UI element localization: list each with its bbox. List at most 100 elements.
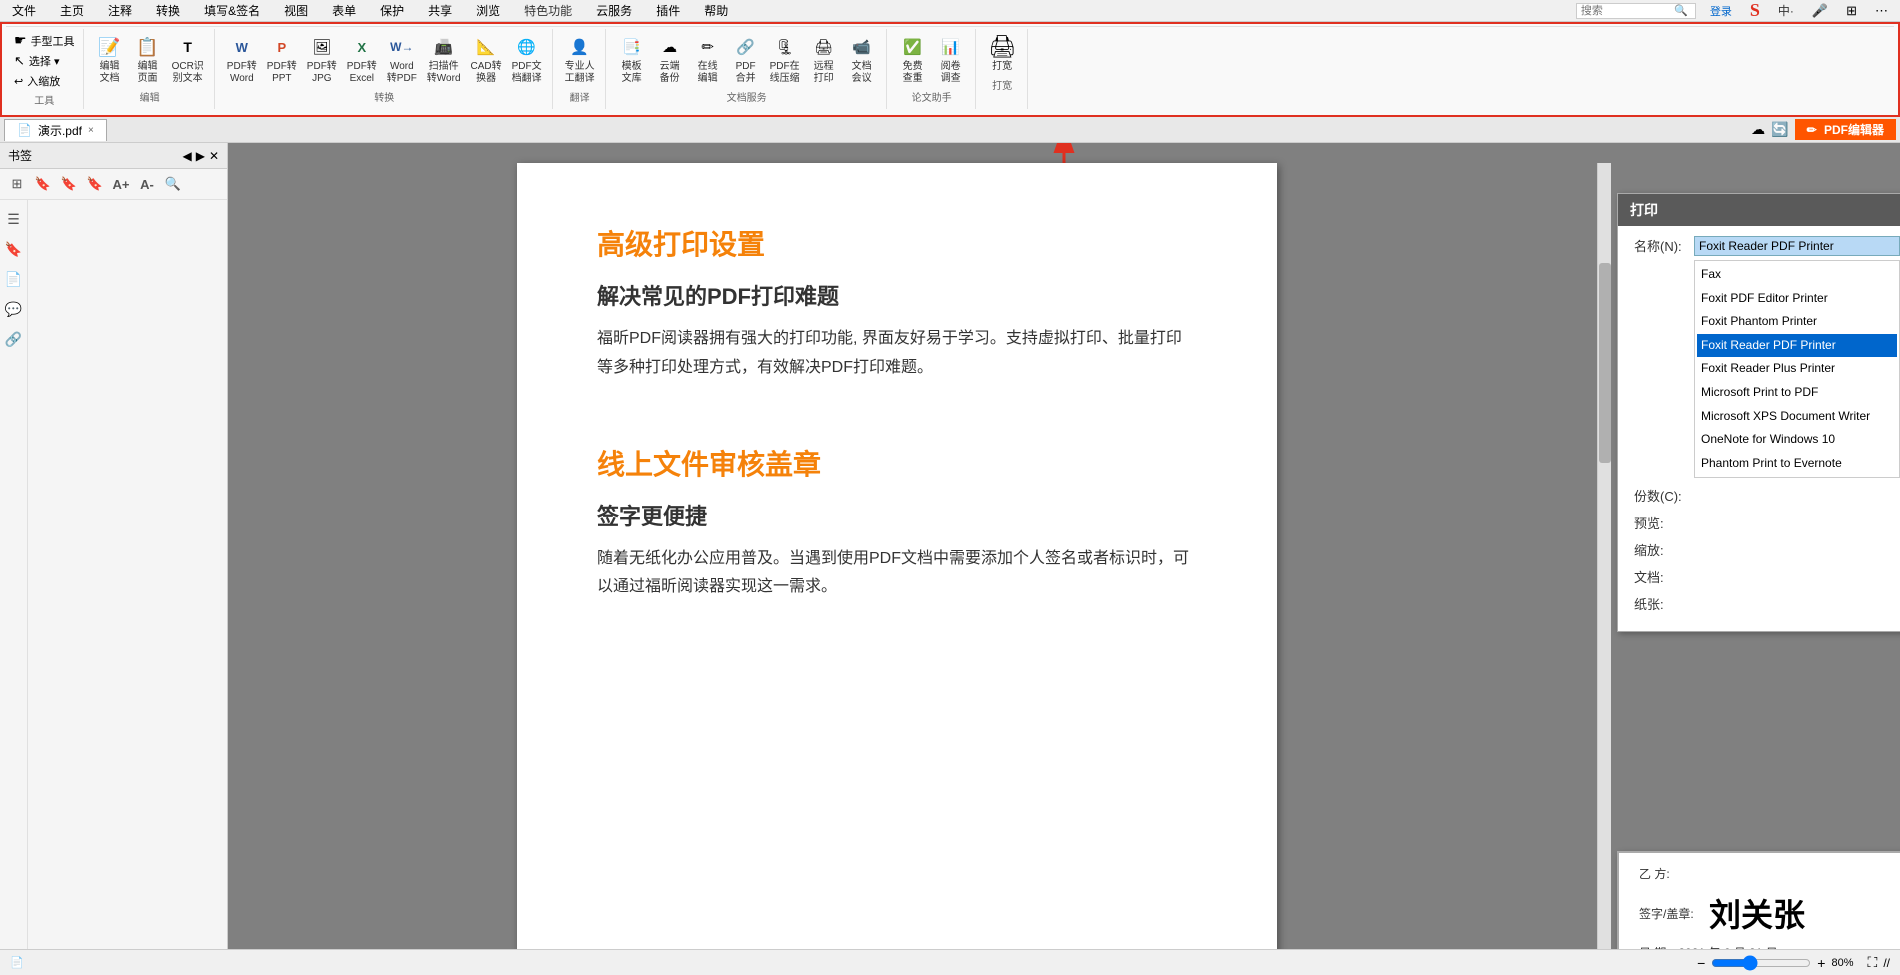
online-edit-button[interactable]: ✏ 在线编辑 [690, 31, 726, 87]
pdf-translate-button[interactable]: 🌐 PDF文档翻译 [508, 31, 546, 87]
sidebar-tb-btn3[interactable]: 🔖 [58, 173, 80, 195]
menu-annotation[interactable]: 注释 [104, 0, 136, 21]
pdf-to-jpg-button[interactable]: 🖼 PDF转JPG [303, 31, 341, 87]
printer-item-onenote[interactable]: OneNote for Windows 10 [1697, 428, 1897, 452]
word-to-pdf-button[interactable]: W→ Word转PDF [383, 31, 421, 87]
cad-converter-button[interactable]: 📐 CAD转换器 [467, 31, 506, 87]
sig-party-label: 乙 方: [1639, 865, 1709, 882]
paper-assistant-group: ✅ 免费查重 📊 阅卷调查 论文助手 [889, 29, 976, 109]
pro-translate-icon: 👤 [566, 33, 594, 61]
sidebar-tb-btn2[interactable]: 🔖 [32, 173, 54, 195]
zoom-in-button[interactable]: + [1817, 955, 1825, 971]
zoom-slider[interactable] [1711, 955, 1811, 971]
pdf-editor-button[interactable]: ✏ PDF编辑器 [1795, 119, 1896, 140]
printer-item-editor[interactable]: Foxit PDF Editor Printer [1697, 287, 1897, 311]
sidebar-tb-btn6[interactable]: A- [136, 173, 158, 195]
menu-home[interactable]: 主页 [56, 0, 88, 21]
edit-page-button[interactable]: 📋 编辑页面 [130, 31, 166, 87]
menu-share[interactable]: 共享 [424, 0, 456, 21]
menu-fill-sign[interactable]: 填写&签名 [200, 0, 264, 21]
fullscreen-button[interactable]: ⛶ [1868, 954, 1878, 971]
sidebar-nav-next[interactable]: ▶ [196, 149, 205, 163]
ocr-icon: T [174, 33, 202, 61]
print-copies-row: 份数(C): [1634, 486, 1900, 505]
menu-browse[interactable]: 浏览 [472, 0, 504, 21]
pdf-merge-button[interactable]: 🔗 PDF合并 [728, 31, 764, 87]
sidebar-close-button[interactable]: ✕ [209, 149, 219, 163]
pdf-compress-label: PDF在线压缩 [770, 61, 800, 85]
sig-date-row: 日 期： 2021 年 6 月 21 日 [1639, 944, 1895, 949]
printer-item-reader[interactable]: Foxit Reader PDF Printer [1697, 334, 1897, 358]
ocr-button[interactable]: T OCR识别文本 [168, 31, 208, 87]
pdf-to-word-button[interactable]: W PDF转Word [223, 31, 261, 87]
tab-bar: 📄 演示.pdf × ☁ 🔄 ✏ PDF编辑器 [0, 117, 1900, 143]
sidebar-icon-4[interactable]: 💬 [3, 298, 25, 320]
sidebar-icon-5[interactable]: 🔗 [3, 328, 25, 350]
menu-view[interactable]: 视图 [280, 0, 312, 21]
printer-item-reader-plus[interactable]: Foxit Reader Plus Printer [1697, 357, 1897, 381]
print-paper-row: 纸张: [1634, 594, 1900, 613]
template-lib-button[interactable]: 📑 模板文库 [614, 31, 650, 87]
menu-protect[interactable]: 保护 [376, 0, 408, 21]
doc-tab-active[interactable]: 📄 演示.pdf × [4, 119, 107, 141]
pdf-editor-icon: ✏ [1807, 123, 1817, 137]
trim-tool-button[interactable]: ↩ 入缩放 [12, 72, 77, 90]
menu-plugin[interactable]: 插件 [652, 0, 684, 21]
sidebar-tb-btn7[interactable]: 🔍 [162, 173, 184, 195]
printer-item-fax[interactable]: Fax [1697, 263, 1897, 287]
doc-meeting-button[interactable]: 📹 文档会议 [844, 31, 880, 87]
menu-convert[interactable]: 转换 [152, 0, 184, 21]
printer-item-xps[interactable]: Microsoft XPS Document Writer [1697, 405, 1897, 429]
pdf-to-excel-button[interactable]: X PDF转Excel [343, 31, 381, 87]
page-indicator: 📄 [10, 956, 24, 969]
login-button[interactable]: 登录 [1706, 1, 1736, 21]
doc-meeting-icon: 📹 [848, 33, 876, 61]
print-doc-row: 文档: [1634, 567, 1900, 586]
hand-tool-button[interactable]: ☛ 手型工具 [12, 31, 77, 50]
zoom-control: − + 80% ⛶ // [1697, 954, 1890, 971]
sidebar-icon-3[interactable]: 📄 [3, 268, 25, 290]
tool-group: ☛ 手型工具 ↖ 选择 ▾ ↩ 入缩放 工具 [6, 29, 84, 109]
pdf-to-excel-icon: X [348, 33, 376, 61]
tool-group-label: 工具 [12, 92, 77, 107]
sidebar-tb-btn4[interactable]: 🔖 [84, 173, 106, 195]
pdf-viewer[interactable]: 高级打印设置 解决常见的PDF打印难题 福昕PDF阅读器拥有强大的打印功能, 界… [228, 143, 1900, 949]
fit-icon[interactable]: // [1883, 956, 1890, 970]
pdf-compress-button[interactable]: 🗜 PDF在线压缩 [766, 31, 804, 87]
printer-item-ms-pdf[interactable]: Microsoft Print to PDF [1697, 381, 1897, 405]
menu-file[interactable]: 文件 [8, 0, 40, 21]
translate-group-label: 翻译 [570, 89, 590, 104]
remote-print-button[interactable]: 🖨 远程打印 [806, 31, 842, 87]
tab-close-button[interactable]: × [88, 125, 94, 136]
printer-item-evernote[interactable]: Phantom Print to Evernote [1697, 452, 1897, 476]
sidebar-bookmark-content [28, 200, 227, 949]
menu-cloud[interactable]: 云服务 [592, 0, 636, 21]
paper-assistant-label: 论文助手 [912, 89, 952, 104]
paper-buttons: ✅ 免费查重 📊 阅卷调查 [895, 31, 969, 87]
cloud-backup-button[interactable]: ☁ 云端备份 [652, 31, 688, 87]
scan-to-word-button[interactable]: 📠 扫描件转Word [423, 31, 465, 87]
menu-form[interactable]: 表单 [328, 0, 360, 21]
scrollbar-thumb[interactable] [1599, 263, 1611, 463]
select-tool-button[interactable]: ↖ 选择 ▾ [12, 52, 77, 70]
doc-service-buttons: 📑 模板文库 ☁ 云端备份 ✏ 在线编辑 🔗 PDF合并 🗜 PDF在 [614, 31, 880, 87]
vertical-scrollbar[interactable] [1597, 163, 1611, 949]
edit-doc-button[interactable]: 📝 编辑文档 [92, 31, 128, 87]
sidebar-icon-1[interactable]: ☰ [3, 208, 25, 230]
sidebar-icon-2[interactable]: 🔖 [3, 238, 25, 260]
sidebar-tb-btn5[interactable]: A+ [110, 173, 132, 195]
doc-service-group: 📑 模板文库 ☁ 云端备份 ✏ 在线编辑 🔗 PDF合并 🗜 PDF在 [608, 29, 887, 109]
menu-help[interactable]: 帮助 [700, 0, 732, 21]
sidebar-nav-prev[interactable]: ◀ [182, 149, 191, 163]
print-room-button[interactable]: 🖨 打宽 [984, 31, 1020, 75]
printer-list[interactable]: Fax Foxit PDF Editor Printer Foxit Phant… [1694, 260, 1900, 478]
reading-survey-button[interactable]: 📊 阅卷调查 [933, 31, 969, 87]
zoom-out-button[interactable]: − [1697, 955, 1705, 971]
pro-translate-button[interactable]: 👤 专业人工翻译 [561, 31, 599, 87]
menu-special[interactable]: 特色功能 [520, 0, 576, 21]
printer-item-phantom[interactable]: Foxit Phantom Printer [1697, 310, 1897, 334]
pdf-to-ppt-button[interactable]: P PDF转PPT [263, 31, 301, 87]
free-check-button[interactable]: ✅ 免费查重 [895, 31, 931, 87]
print-zoom-label: 缩放: [1634, 540, 1694, 559]
sidebar-tb-btn1[interactable]: ⊞ [6, 173, 28, 195]
